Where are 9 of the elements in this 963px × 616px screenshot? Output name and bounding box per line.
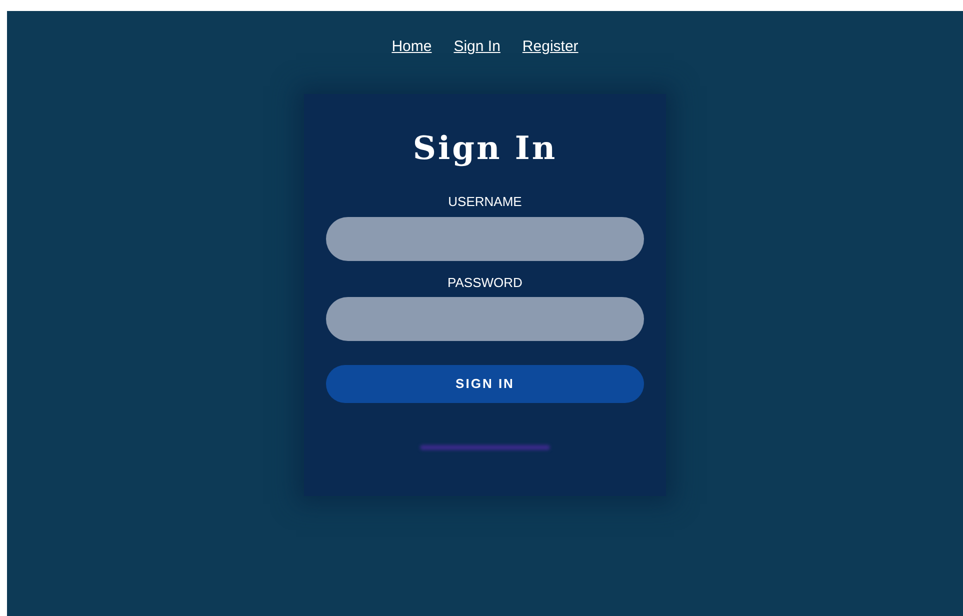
input-field[interactable] (326, 297, 644, 341)
field-label: USERNAME (448, 193, 522, 211)
sign-in-button[interactable]: SIGN IN (326, 365, 644, 403)
nav-link-text[interactable]: Home (392, 36, 432, 58)
field-label: PASSWORD (448, 274, 522, 292)
nav-link-text[interactable]: Sign In (454, 36, 500, 58)
nav-link-text[interactable]: Register (522, 36, 578, 58)
form-title: Sign In (412, 128, 558, 169)
input-field[interactable] (326, 216, 644, 260)
